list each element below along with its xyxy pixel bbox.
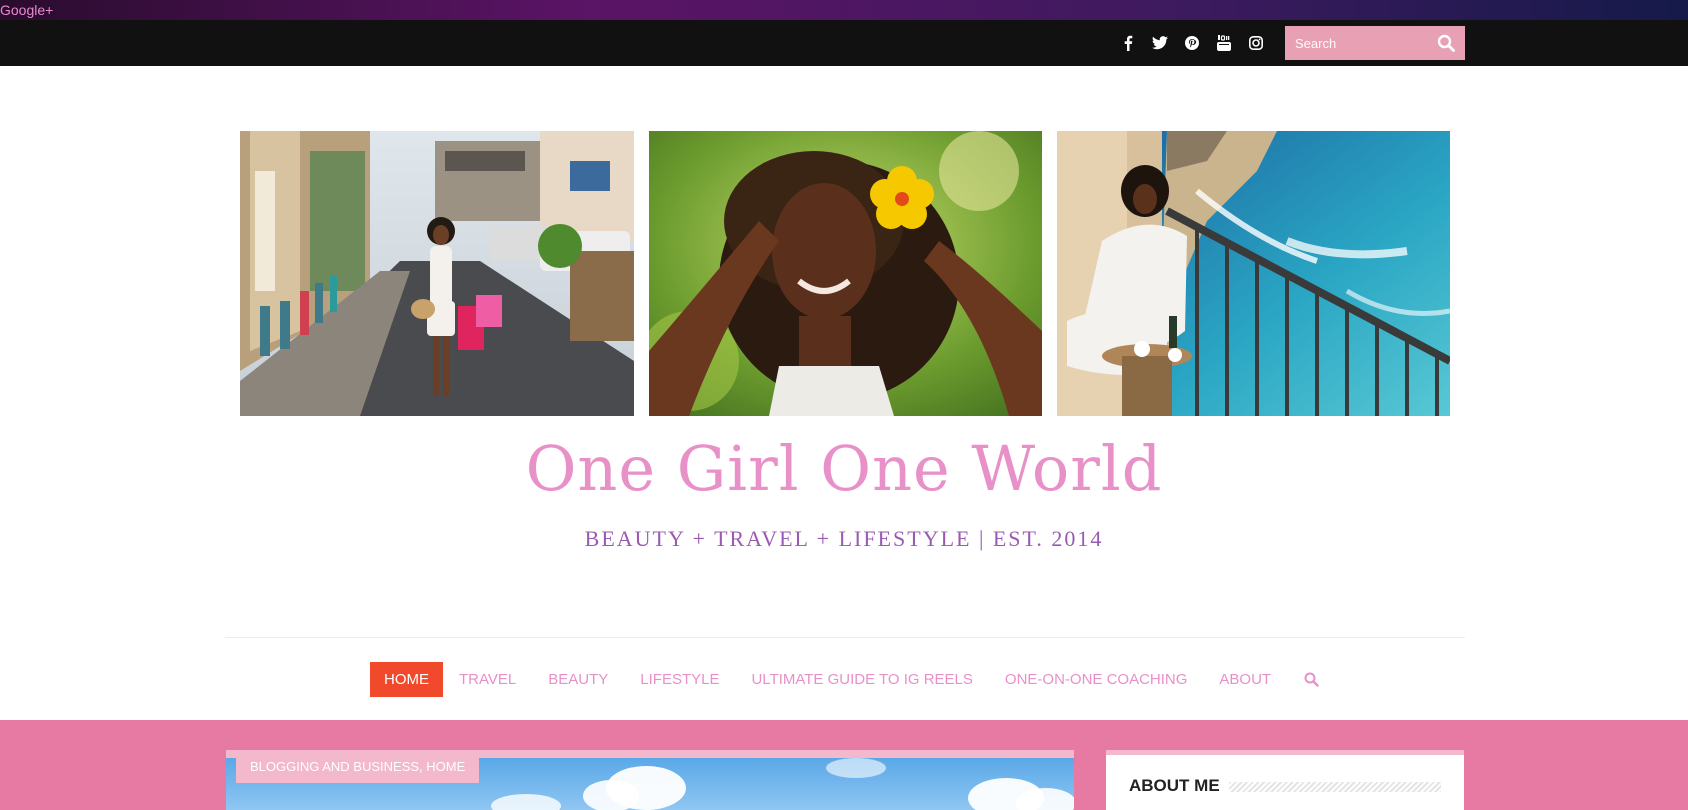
pinterest-icon[interactable] [1182,33,1202,53]
facebook-icon[interactable] [1118,33,1138,53]
search-icon[interactable] [1437,34,1455,52]
nav-item-coaching[interactable]: ONE-ON-ONE COACHING [989,662,1204,697]
header-photo-portrait [649,131,1042,416]
blog-tagline: BEAUTY + TRAVEL + LIFESTYLE | EST. 2014 [584,526,1104,551]
twitter-icon[interactable] [1150,33,1170,53]
header-divider [225,637,1465,638]
social-bar [0,20,1688,66]
header-search-box [1285,26,1465,60]
search-input[interactable] [1285,34,1425,52]
main-nav: HOME TRAVEL BEAUTY LIFESTYLE ULTIMATE GU… [370,662,1321,697]
google-plus-link[interactable]: Google+ [0,2,53,18]
nav-item-travel[interactable]: TRAVEL [443,662,532,697]
nav-item-ig-reels-guide[interactable]: ULTIMATE GUIDE TO IG REELS [735,662,988,697]
nav-item-about[interactable]: ABOUT [1203,662,1287,697]
post-category-badge[interactable]: BLOGGING AND BUSINESS, HOME [236,750,480,783]
nav-search-icon[interactable] [1301,670,1321,690]
youtube-icon[interactable] [1214,33,1234,53]
blog-title[interactable]: One Girl One World [0,432,1688,505]
top-gradient-bar: Google+ [0,0,1688,20]
header-photo-street [240,131,634,416]
nav-item-lifestyle[interactable]: LIFESTYLE [624,662,735,697]
featured-post-card[interactable]: BLOGGING AND BUSINESS, HOME [226,750,1074,810]
widget-title: ABOUT ME [1129,776,1220,795]
nav-item-beauty[interactable]: BEAUTY [532,662,624,697]
header-photo-balcony [1057,131,1450,416]
social-icons [1118,33,1266,53]
instagram-icon[interactable] [1246,33,1266,53]
widget-title-decoration [1229,782,1441,792]
nav-item-home[interactable]: HOME [370,662,443,697]
about-me-widget: ABOUT ME [1106,750,1464,810]
